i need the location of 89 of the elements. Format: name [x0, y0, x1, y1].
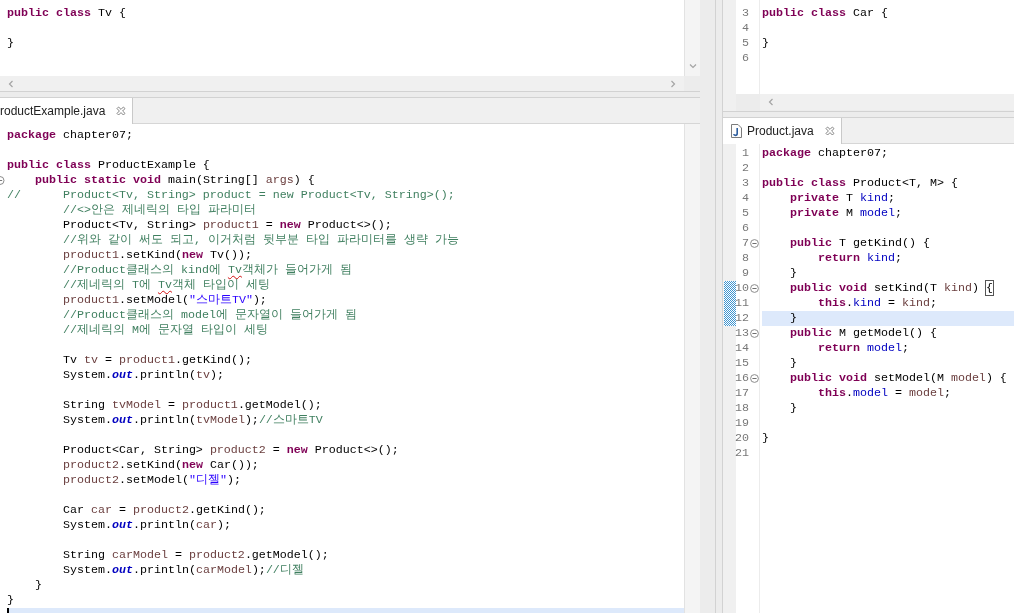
line-number: 1: [742, 146, 749, 161]
code-line: String carModel = product2.getModel();: [62, 548, 329, 562]
code-line: product1.setModel("스마트TV");: [62, 293, 267, 307]
code-line: public T getKind() {: [790, 236, 930, 250]
chevron-down-icon[interactable]: [688, 62, 697, 70]
code-line: product1.setKind(new Tv());: [62, 248, 252, 262]
line-number: 5: [742, 206, 749, 221]
line-number: 13: [735, 326, 749, 341]
code-line: public class Tv {: [7, 6, 126, 20]
code-line: product2.setModel("디젤");: [62, 473, 241, 487]
code-line: //<>안은 제네릭의 타입 파라미터: [62, 203, 256, 217]
code-line: public M getModel() {: [790, 326, 937, 340]
line-number: 6: [742, 51, 749, 66]
code-line: package chapter07;: [762, 146, 888, 160]
collapse-icon[interactable]: [749, 239, 759, 248]
code-line: }: [790, 266, 797, 280]
line-number: 18: [735, 401, 749, 416]
line-number: 2: [742, 161, 749, 176]
line-number: 11: [735, 296, 749, 311]
code-line: package chapter07;: [7, 128, 133, 142]
code-line: }: [7, 36, 14, 50]
code-line: }: [790, 401, 797, 415]
code-line: public class Product<T, M> {: [762, 176, 958, 190]
editor-tab[interactable]: roductExample.java: [0, 98, 134, 124]
code-line: public void setKind(T kind) {: [790, 281, 993, 295]
code-line: System.out.println(tv);: [62, 368, 224, 382]
line-number: 15: [735, 356, 749, 371]
line-number: 21: [735, 446, 749, 461]
vertical-scrollbar[interactable]: [684, 0, 700, 76]
code-line: }: [7, 593, 14, 607]
close-icon[interactable]: [116, 106, 127, 116]
collapse-icon[interactable]: [749, 284, 759, 293]
code-line: System.out.println(tvModel);//스마트TV: [62, 413, 323, 427]
line-number: 17: [735, 386, 749, 401]
code-line: return model;: [817, 341, 909, 355]
code-line: return kind;: [817, 251, 902, 265]
line-number: 7: [742, 236, 749, 251]
line-number: 20: [735, 431, 749, 446]
code-line: public class Car {: [762, 6, 888, 20]
editor-tab[interactable]: Product.java: [723, 118, 842, 144]
collapse-icon[interactable]: [749, 374, 759, 383]
code-line: //Product클래스의 kind에 Tv객체가 들어가게 됨: [62, 263, 352, 277]
code-line: public class ProductExample {: [7, 158, 210, 172]
horizontal-scrollbar[interactable]: [760, 94, 1014, 110]
horizontal-scrollbar[interactable]: [0, 76, 684, 91]
line-number: 12: [735, 311, 749, 326]
line-number: 6: [742, 221, 749, 236]
code-line: System.out.println(carModel);//디젤: [62, 563, 304, 577]
code-line: Tv tv = product1.getKind();: [62, 353, 252, 367]
line-number: 4: [742, 21, 749, 36]
line-number: 5: [742, 36, 749, 51]
code-line: }: [762, 36, 769, 50]
code-line: }: [762, 431, 769, 445]
line-number: 10: [735, 281, 749, 296]
code-line: }: [35, 578, 42, 592]
code-line: // Product<Tv, String> product = new Product<Tv, String>();: [7, 188, 455, 202]
code-line: System.out.println(car);: [62, 518, 231, 532]
code-line: //Product클래스의 model에 문자열이 들어가게 됨: [62, 308, 357, 322]
code-line: Product<Car, String> product2 = new Product<>();: [62, 443, 399, 457]
chevron-left-icon[interactable]: [7, 79, 15, 88]
chevron-left-icon[interactable]: [767, 98, 775, 106]
line-number: 8: [742, 251, 749, 266]
line-number: 16: [735, 371, 749, 386]
code-line: //제네릭의 T에 Tv객체 타입이 세팅: [62, 278, 270, 292]
vertical-scrollbar[interactable]: [684, 124, 700, 613]
code-line: //위와 같이 써도 되고, 이거처럼 뒷부분 타입 파라미터를 생략 가능: [62, 233, 459, 247]
collapse-icon[interactable]: [0, 176, 5, 185]
line-number: 9: [742, 266, 749, 281]
line-number: 3: [742, 176, 749, 191]
close-icon[interactable]: [824, 126, 835, 136]
code-line: private T kind;: [790, 191, 895, 205]
code-line: public void setModel(M model) {: [790, 371, 1007, 385]
code-line: Product<Tv, String> product1 = new Product<>();: [62, 218, 392, 232]
code-line: String tvModel = product1.getModel();: [62, 398, 322, 412]
code-line: Car car = product2.getKind();: [62, 503, 266, 517]
code-line: }: [790, 356, 797, 370]
line-number: 19: [735, 416, 749, 431]
code-line: //제네릭의 M에 문자열 타입이 세팅: [62, 323, 268, 337]
code-line: }: [790, 311, 797, 325]
code-line: this.model = model;: [817, 386, 951, 400]
code-line: public static void main(String[] args) {: [35, 173, 315, 187]
chevron-right-icon[interactable]: [669, 79, 677, 88]
line-number: 14: [735, 341, 749, 356]
collapse-icon[interactable]: [749, 329, 759, 338]
code-line: private M model;: [790, 206, 902, 220]
code-line: this.kind = kind;: [817, 296, 937, 310]
line-number: 4: [742, 191, 749, 206]
code-line: product2.setKind(new Car());: [62, 458, 259, 472]
line-number: 3: [742, 6, 749, 21]
